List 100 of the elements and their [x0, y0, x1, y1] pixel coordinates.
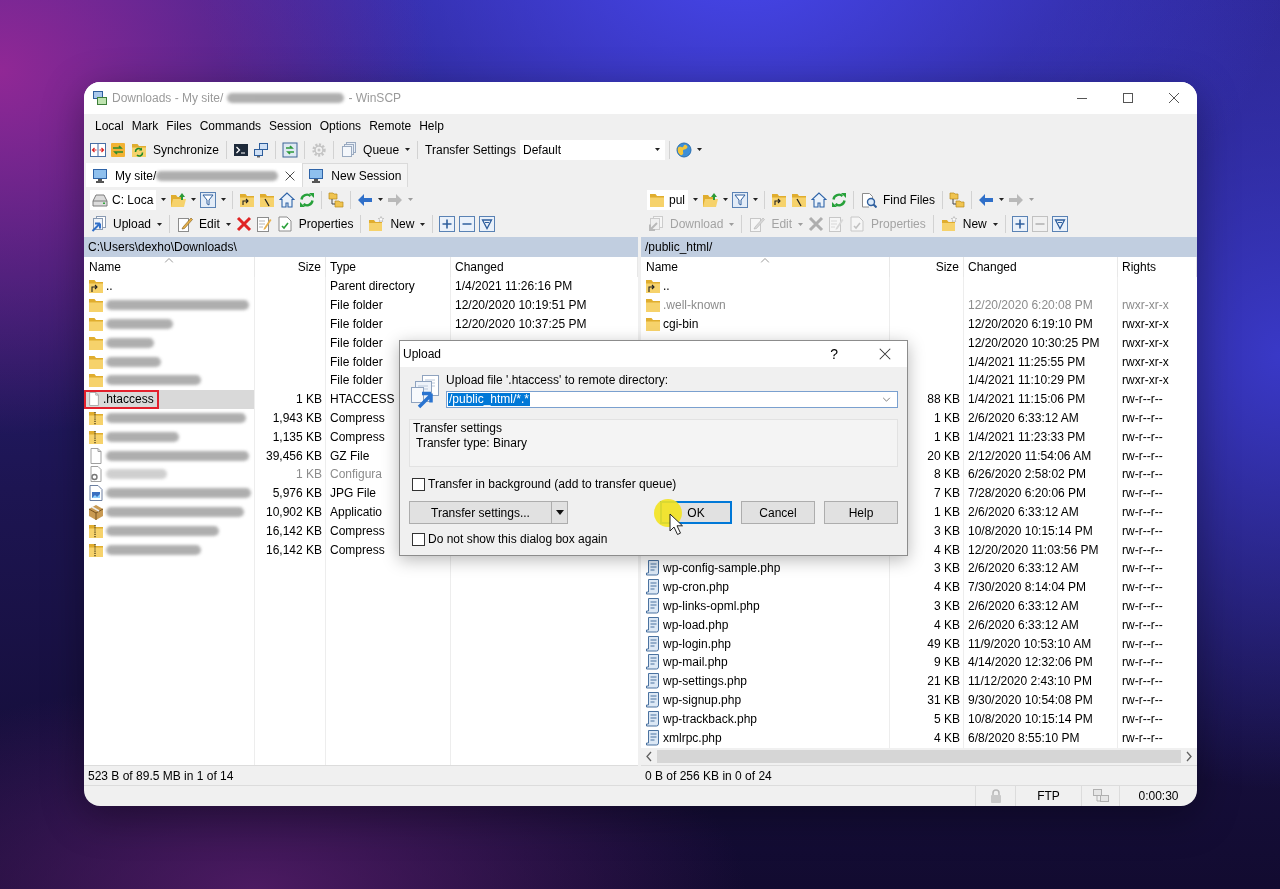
file-name-cell[interactable]: .htaccess: [84, 389, 254, 409]
file-name-cell[interactable]: wp-links-opml.php: [641, 596, 889, 616]
filter-icon[interactable]: [479, 216, 496, 232]
caret-icon[interactable]: [161, 198, 167, 201]
dropdown-button[interactable]: [551, 501, 568, 524]
file-name-cell[interactable]: ..: [84, 277, 254, 296]
column-header[interactable]: Name: [646, 260, 678, 274]
checkbox[interactable]: [412, 477, 425, 491]
column-header[interactable]: Changed: [968, 260, 1017, 274]
toolbar-button[interactable]: Queue: [338, 138, 414, 161]
caret-icon[interactable]: [723, 198, 728, 201]
chevron-down-icon[interactable]: [882, 397, 891, 402]
dialog-button[interactable]: Help: [824, 501, 898, 524]
caret-icon[interactable]: [405, 148, 411, 151]
column-header[interactable]: Name: [89, 260, 121, 274]
folder-tree-icon[interactable]: [949, 191, 966, 208]
rename-icon[interactable]: [255, 216, 272, 232]
toolbar-button[interactable]: Synchronize: [128, 138, 223, 161]
caret-icon[interactable]: [225, 222, 231, 226]
terminal-icon[interactable]: [233, 141, 250, 158]
file-name-cell[interactable]: wp-cron.php: [641, 577, 889, 597]
sync-browse-icon[interactable]: [110, 141, 126, 158]
caret-icon[interactable]: [655, 148, 660, 151]
caret-icon[interactable]: [697, 148, 702, 151]
help-button[interactable]: ?: [829, 346, 839, 362]
plus-icon[interactable]: [1011, 216, 1028, 232]
caret-icon[interactable]: [753, 198, 758, 201]
toolbar-button[interactable]: Upload: [88, 213, 166, 235]
refresh-icon[interactable]: [299, 191, 316, 208]
delete-icon[interactable]: [235, 216, 252, 232]
menu-item[interactable]: Mark: [127, 116, 163, 135]
home-icon[interactable]: [279, 191, 296, 208]
location-combo[interactable]: pul: [647, 189, 688, 210]
globe-icon[interactable]: [676, 141, 692, 158]
preset-combo[interactable]: Default: [520, 139, 665, 160]
caret-icon[interactable]: [693, 198, 698, 201]
file-name-cell[interactable]: wp-settings.php: [641, 671, 889, 691]
file-name-cell[interactable]: ..: [641, 277, 889, 296]
file-name-cell[interactable]: wp-signup.php: [641, 690, 889, 710]
minimize-icon[interactable]: [1077, 97, 1087, 99]
file-name-cell[interactable]: .well-known: [641, 295, 889, 315]
caret-icon[interactable]: [992, 222, 998, 226]
filter-icon[interactable]: [732, 191, 748, 208]
toolbar-button[interactable]: Find Files: [858, 188, 939, 211]
minus-icon[interactable]: [459, 216, 476, 232]
file-name-cell[interactable]: wp-config-sample.php: [641, 558, 889, 578]
location-combo[interactable]: C: Loca: [90, 189, 157, 210]
checkbox[interactable]: [412, 532, 425, 546]
toolbar-button[interactable]: New: [365, 213, 429, 235]
menu-item[interactable]: Session: [265, 116, 316, 135]
menu-item[interactable]: Remote: [365, 116, 416, 135]
caret-icon[interactable]: [420, 222, 426, 226]
root-folder-icon[interactable]: [791, 191, 807, 208]
caret-icon[interactable]: [999, 198, 1005, 201]
monitor-arrows-icon[interactable]: [282, 141, 299, 158]
menu-item[interactable]: Options: [315, 116, 366, 135]
caret-icon[interactable]: [221, 198, 227, 201]
close-icon[interactable]: [879, 348, 891, 360]
menu-item[interactable]: Commands: [195, 116, 266, 135]
file-name-cell[interactable]: wp-login.php: [641, 634, 889, 653]
checkbox-label[interactable]: Do not show this dialog box again: [428, 532, 608, 546]
column-header[interactable]: Type: [330, 260, 356, 274]
session-tab[interactable]: My site/: [86, 163, 303, 187]
folder-tree-icon[interactable]: [328, 191, 345, 208]
close-icon[interactable]: [285, 170, 296, 181]
horizontal-scrollbar[interactable]: [646, 750, 1192, 763]
transfer-settings-button[interactable]: Transfer settings...: [409, 501, 551, 524]
filter-icon[interactable]: [1051, 216, 1068, 232]
column-header[interactable]: Size: [935, 260, 959, 274]
menu-item[interactable]: Files: [162, 116, 196, 135]
dialog-button[interactable]: Cancel: [741, 501, 815, 524]
maximize-icon[interactable]: [1123, 93, 1133, 103]
parent-folder-icon[interactable]: [771, 191, 787, 208]
session-tab[interactable]: New Session: [302, 163, 409, 187]
refresh-icon[interactable]: [831, 191, 847, 208]
computers-icon[interactable]: [253, 141, 270, 158]
file-name-cell[interactable]: xmlrpc.php: [641, 728, 889, 747]
compare-icon[interactable]: [90, 141, 106, 158]
menu-item[interactable]: Local: [91, 116, 128, 135]
file-name-cell[interactable]: cgi-bin: [641, 314, 889, 334]
filter-icon[interactable]: [200, 191, 217, 208]
home-icon[interactable]: [811, 191, 827, 208]
column-header[interactable]: Rights: [1122, 260, 1156, 274]
file-name-cell[interactable]: wp-trackback.php: [641, 709, 889, 729]
root-folder-icon[interactable]: [259, 191, 276, 208]
caret-icon[interactable]: [378, 198, 384, 201]
file-name-cell[interactable]: wp-load.php: [641, 615, 889, 635]
file-name-cell[interactable]: wp-mail.php: [641, 652, 889, 672]
toolbar-button[interactable]: New: [937, 213, 1001, 235]
plus-icon[interactable]: [439, 216, 456, 232]
directory-combo[interactable]: /public_html/*.*: [446, 391, 898, 408]
caret-icon[interactable]: [157, 222, 163, 226]
menu-item[interactable]: Help: [415, 116, 448, 135]
column-header[interactable]: Changed: [455, 260, 504, 274]
caret-icon[interactable]: [191, 198, 197, 201]
parent-folder-icon[interactable]: [239, 191, 256, 208]
toolbar-button[interactable]: Properties: [273, 213, 357, 235]
column-header[interactable]: Size: [297, 260, 321, 274]
checkbox-label[interactable]: Transfer in background (add to transfer queue): [428, 477, 677, 491]
toolbar-button[interactable]: Edit: [174, 213, 234, 235]
